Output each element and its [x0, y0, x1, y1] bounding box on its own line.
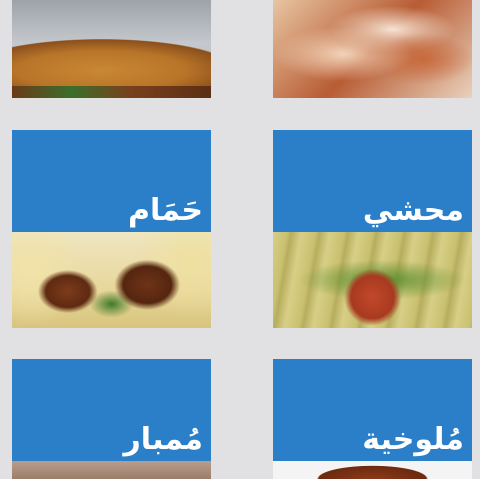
tile-label-mahshi: محشي	[362, 193, 464, 228]
tile-photo-hamam	[12, 232, 211, 328]
food-tile-sandwich[interactable]	[12, 0, 211, 98]
food-tile-mumbar[interactable]: مُمبار	[12, 359, 211, 479]
food-tile-mulukhiya[interactable]: مُلوخية	[273, 359, 472, 479]
food-tile-mahshi[interactable]: محشي	[273, 130, 472, 328]
food-tile-kunafa[interactable]	[273, 0, 472, 98]
tile-label-mumbar: مُمبار	[123, 422, 203, 457]
tile-label-panel: مُمبار	[12, 359, 211, 461]
tile-photo-mulukhiya	[273, 461, 472, 479]
tile-label-panel: مُلوخية	[273, 359, 472, 461]
tile-photo-mumbar	[12, 461, 211, 479]
tile-label-mulukhiya: مُلوخية	[362, 422, 464, 457]
tile-label-panel: محشي	[273, 130, 472, 232]
tile-photo-mahshi	[273, 232, 472, 328]
tile-label-hamam: حَمَام	[128, 193, 203, 228]
tile-label-panel: حَمَام	[12, 130, 211, 232]
food-tile-hamam[interactable]: حَمَام	[12, 130, 211, 328]
